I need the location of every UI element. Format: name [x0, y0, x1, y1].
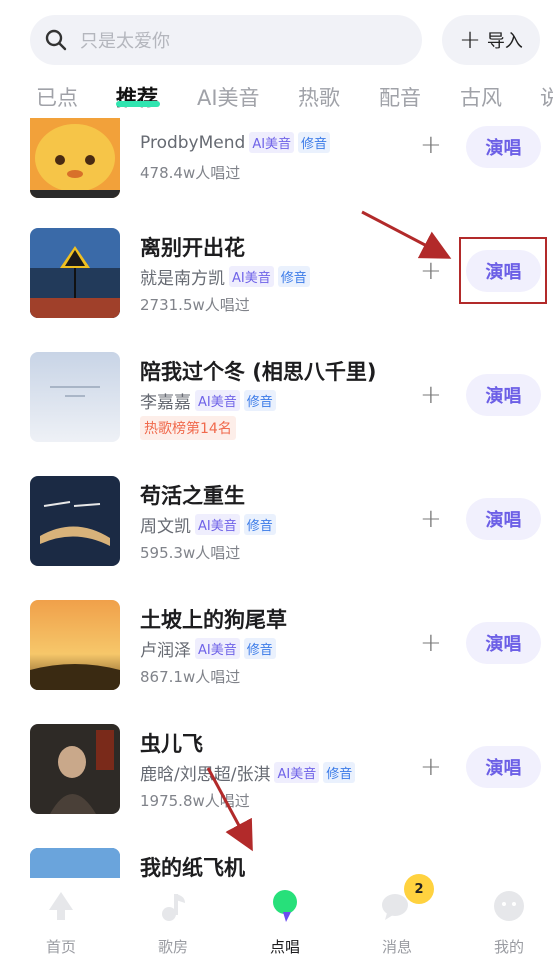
pitch-fix-tag: 修音	[298, 132, 331, 153]
ai-voice-tag: AI美音	[195, 390, 240, 411]
app-screen: 只是太爱你 + 导入 已点 推荐 AI美音 热歌 配音 古风 说 ProdbyM…	[0, 0, 553, 959]
play-count: 478.4w人唱过	[140, 164, 241, 182]
play-count: 867.1w人唱过	[140, 668, 241, 686]
import-label: 导入	[486, 31, 523, 52]
song-artist: 卢润泽	[140, 641, 191, 661]
nav-home[interactable]: 首页	[11, 878, 111, 959]
play-count: 2731.5w人唱过	[140, 296, 250, 314]
microphone-icon	[273, 890, 297, 922]
song-cover	[30, 848, 120, 878]
song-artist: 就是南方凯	[140, 269, 225, 289]
song-title[interactable]: 苟活之重生	[140, 480, 245, 510]
import-button[interactable]: + 导入	[442, 15, 540, 65]
song-cover	[30, 600, 120, 690]
annotation-highlight-box	[459, 237, 547, 304]
tab-ordered[interactable]: 已点	[36, 82, 78, 112]
profile-face-icon	[494, 891, 524, 921]
tab-recommend[interactable]: 推荐	[116, 82, 158, 112]
nav-profile-label: 我的	[493, 938, 524, 956]
add-song-button[interactable]: +	[420, 630, 442, 656]
song-cover	[30, 352, 120, 442]
nav-song-room-label: 歌房	[157, 938, 188, 956]
song-row[interactable]: ProdbyMend AI美音 修音 478.4w人唱过 + 演唱	[0, 118, 553, 216]
ai-voice-tag: AI美音	[195, 514, 240, 535]
song-cover	[30, 118, 120, 198]
nav-profile[interactable]: 我的	[459, 878, 553, 959]
song-artist: 李嘉嘉	[140, 393, 191, 413]
search-bar[interactable]: 只是太爱你	[30, 15, 422, 65]
music-note-icon	[162, 894, 185, 921]
song-title[interactable]: 土坡上的狗尾草	[140, 604, 287, 634]
song-meta: 卢润泽 AI美音 修音	[140, 636, 276, 661]
sing-button[interactable]: 演唱	[466, 746, 541, 788]
plus-icon: +	[459, 25, 481, 55]
song-row[interactable]: 苟活之重生 周文凯 AI美音 修音 595.3w人唱过 + 演唱	[0, 464, 553, 588]
song-list[interactable]: ProdbyMend AI美音 修音 478.4w人唱过 + 演唱 离别开出花	[0, 118, 553, 878]
pitch-fix-tag: 修音	[243, 514, 276, 535]
song-meta: 就是南方凯 AI美音 修音	[140, 264, 310, 289]
play-count: 1975.8w人唱过	[140, 792, 250, 810]
song-title[interactable]: 虫儿飞	[140, 728, 203, 758]
song-row[interactable]: 我的纸飞机	[0, 836, 553, 878]
song-cover	[30, 724, 120, 814]
song-title[interactable]: 离别开出花	[140, 232, 245, 262]
add-song-button[interactable]: +	[420, 506, 442, 532]
home-tree-icon	[49, 892, 73, 920]
sing-button[interactable]: 演唱	[466, 498, 541, 540]
song-meta: 周文凯 AI美音 修音	[140, 512, 276, 537]
pitch-fix-tag: 修音	[243, 390, 276, 411]
song-row[interactable]: 陪我过个冬 (相思八千里) 李嘉嘉 AI美音 修音 热歌榜第14名 + 演唱	[0, 340, 553, 464]
ai-voice-tag: AI美音	[249, 132, 295, 153]
song-artist: 周文凯	[140, 517, 191, 537]
song-artist: ProdbyMend	[140, 132, 246, 153]
tab-dubbing[interactable]: 配音	[379, 82, 421, 112]
search-icon	[45, 29, 67, 51]
bottom-navigation: 首页 歌房 点唱 消息 我的	[0, 878, 553, 959]
sing-button[interactable]: 演唱	[466, 622, 541, 664]
song-meta: 李嘉嘉 AI美音 修音	[140, 388, 276, 413]
song-cover	[30, 228, 120, 318]
play-count: 595.3w人唱过	[140, 544, 241, 562]
song-title[interactable]: 我的纸飞机	[140, 852, 245, 878]
nav-messages-label: 消息	[381, 938, 412, 956]
add-song-button[interactable]: +	[420, 258, 442, 284]
chart-rank-badge: 热歌榜第14名	[140, 416, 236, 440]
tab-ai-voice[interactable]: AI美音	[197, 82, 260, 112]
search-placeholder: 只是太爱你	[80, 31, 170, 52]
nav-song-room[interactable]: 歌房	[123, 878, 223, 959]
tab-ancient-style[interactable]: 古风	[460, 82, 502, 112]
song-meta: ProdbyMend AI美音 修音	[140, 132, 331, 153]
messages-badge: 2	[404, 874, 434, 904]
song-cover	[30, 476, 120, 566]
tab-hot-songs[interactable]: 热歌	[298, 82, 340, 112]
active-tab-indicator	[116, 101, 160, 107]
song-row[interactable]: 虫儿飞 鹿晗/刘思超/张淇 AI美音 修音 1975.8w人唱过 + 演唱	[0, 712, 553, 836]
sing-button[interactable]: 演唱	[466, 374, 541, 416]
pitch-fix-tag: 修音	[323, 762, 356, 783]
song-artist: 鹿晗/刘思超/张淇	[140, 765, 271, 785]
pitch-fix-tag: 修音	[243, 638, 276, 659]
sing-button[interactable]: 演唱	[466, 126, 541, 168]
add-song-button[interactable]: +	[420, 754, 442, 780]
song-row[interactable]: 土坡上的狗尾草 卢润泽 AI美音 修音 867.1w人唱过 + 演唱	[0, 588, 553, 712]
ai-voice-tag: AI美音	[195, 638, 240, 659]
category-tabs: 已点 推荐 AI美音 热歌 配音 古风 说	[0, 78, 553, 118]
tab-more[interactable]: 说	[540, 82, 553, 112]
nav-home-label: 首页	[45, 938, 76, 956]
nav-sing-label: 点唱	[269, 938, 300, 956]
song-title[interactable]: 陪我过个冬 (相思八千里)	[140, 356, 377, 386]
add-song-button[interactable]: +	[420, 382, 442, 408]
pitch-fix-tag: 修音	[277, 266, 310, 287]
song-meta: 鹿晗/刘思超/张淇 AI美音 修音	[140, 760, 356, 785]
nav-sing[interactable]: 点唱	[235, 878, 335, 959]
add-song-button[interactable]: +	[420, 132, 442, 158]
ai-voice-tag: AI美音	[274, 762, 320, 783]
ai-voice-tag: AI美音	[229, 266, 274, 287]
